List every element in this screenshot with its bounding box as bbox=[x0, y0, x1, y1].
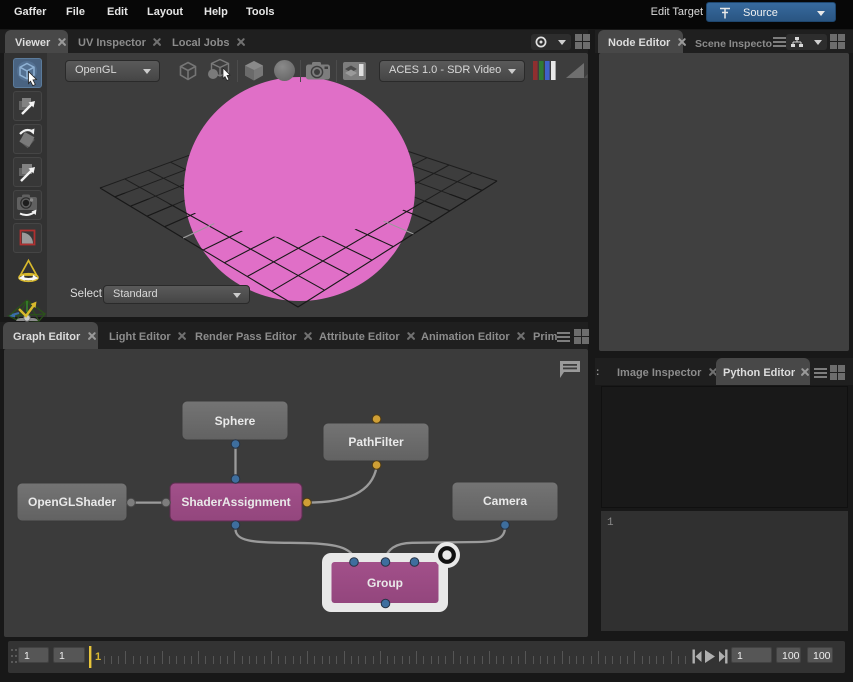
svg-text:Sphere: Sphere bbox=[215, 414, 256, 428]
svg-text:1: 1 bbox=[95, 651, 101, 663]
svg-text:OpenGLShader: OpenGLShader bbox=[28, 495, 116, 509]
svg-text:PathFilter: PathFilter bbox=[348, 435, 404, 449]
svg-text:Camera: Camera bbox=[483, 494, 527, 508]
svg-text:Group: Group bbox=[367, 576, 403, 590]
svg-text:ShaderAssignment: ShaderAssignment bbox=[181, 495, 290, 509]
